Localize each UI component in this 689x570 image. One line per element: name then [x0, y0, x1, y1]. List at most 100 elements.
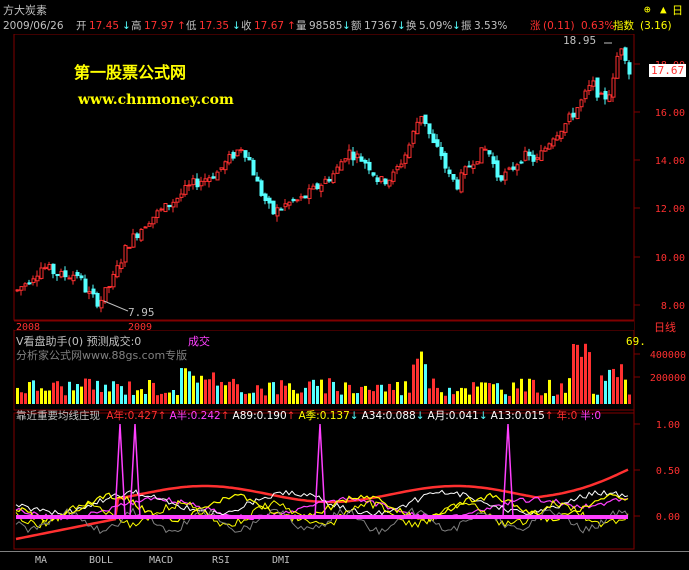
candle-body	[203, 178, 208, 182]
candle-body	[627, 62, 632, 75]
candle-body	[283, 203, 288, 208]
chart-area[interactable]: 18.0016.0014.0012.0010.008.00 4000002000…	[0, 34, 689, 550]
volume-bar	[472, 382, 475, 404]
volume-bar	[52, 382, 55, 404]
candle-body	[555, 135, 560, 141]
volume-bar	[448, 387, 451, 404]
tab-boll[interactable]: BOLL	[72, 553, 130, 569]
price-tick-label: 16.00	[655, 108, 685, 119]
high-marker-label: 18.95	[563, 34, 597, 47]
volume-bar	[228, 381, 231, 404]
volume-bar	[356, 393, 359, 404]
volume-bar	[548, 379, 551, 404]
candle-body	[359, 156, 364, 162]
candle-body	[587, 85, 592, 92]
volume-bar	[88, 378, 91, 404]
candle-body	[267, 197, 272, 204]
volume-bar	[532, 379, 535, 404]
candle-body	[435, 139, 440, 147]
candle-body	[95, 293, 100, 307]
indicator-series	[15, 423, 629, 541]
volume-bar	[212, 372, 215, 404]
volume-bar	[180, 368, 183, 404]
candle-body	[139, 228, 144, 241]
high-value: 17.97	[144, 20, 175, 32]
candle-body	[159, 208, 164, 211]
candle-body	[511, 166, 516, 170]
candle-body	[323, 178, 328, 184]
volume-bar	[76, 384, 79, 404]
indicator-baseline	[16, 515, 628, 519]
high-arrow-icon: ↑	[177, 20, 186, 32]
volume-bar	[420, 351, 423, 404]
low-marker-line	[103, 300, 129, 312]
candle-body	[443, 152, 448, 169]
candle-body	[39, 267, 44, 279]
candle-body	[599, 92, 604, 95]
amplitude-label: 振	[461, 20, 472, 32]
indicator-spike	[314, 423, 326, 518]
candlestick-series	[15, 42, 632, 313]
volume-bar	[116, 384, 119, 404]
volume-bar	[508, 395, 511, 404]
volume-bar	[144, 393, 147, 404]
volume-bar	[124, 394, 127, 404]
volume-bar	[388, 383, 391, 404]
current-price-tag: 17.67	[649, 64, 687, 77]
candle-body	[303, 195, 308, 199]
volume-bar	[496, 383, 499, 404]
volume-bar	[188, 371, 191, 404]
candle-body	[127, 246, 132, 249]
indicator-legend-item: 半:0	[580, 410, 602, 422]
candle-body	[367, 161, 372, 171]
volume-bar	[580, 356, 583, 404]
candle-body	[111, 273, 116, 288]
candle-body	[463, 166, 468, 175]
candle-body	[151, 216, 156, 225]
period-label[interactable]: 日	[672, 4, 683, 17]
candle-body	[235, 149, 240, 157]
candle-body	[59, 270, 64, 278]
volume-bar	[220, 381, 223, 404]
candle-body	[71, 274, 76, 282]
candle-body	[279, 208, 284, 211]
open-value: 17.45	[89, 20, 120, 32]
volume-bar	[592, 393, 595, 404]
amplitude-value: 3.53%	[474, 20, 508, 32]
volume-bar	[320, 379, 323, 404]
volume-bar	[100, 392, 103, 404]
nav-arrow-icon[interactable]: ▲	[660, 3, 667, 16]
volume-bar	[376, 384, 379, 404]
price-tick-label: 8.00	[661, 301, 685, 312]
candle-body	[187, 184, 192, 187]
tab-ma[interactable]: MA	[12, 553, 70, 569]
candle-body	[223, 161, 228, 171]
candle-body	[239, 149, 244, 152]
index-label: 指数	[613, 20, 634, 32]
settings-icon[interactable]: ⊕	[644, 3, 651, 16]
tab-dmi[interactable]: DMI	[252, 553, 310, 569]
date-axis-right[interactable]: 日线	[654, 321, 676, 334]
indicator-legend-item: A月:0.041	[427, 410, 479, 422]
volume-tick-label: 200000	[650, 373, 686, 384]
volume-bar	[352, 393, 355, 404]
tab-rsi[interactable]: RSI	[192, 553, 250, 569]
volume-bar	[32, 380, 35, 404]
candle-body	[27, 282, 32, 285]
tab-macd[interactable]: MACD	[132, 553, 190, 569]
candle-body	[179, 193, 184, 198]
volume-bar	[300, 392, 303, 404]
candle-body	[451, 174, 456, 180]
candle-body	[251, 159, 256, 176]
volume-bar	[56, 381, 59, 404]
candle-body	[559, 130, 564, 139]
amount-value: 17367	[364, 20, 398, 32]
volume-bar	[348, 384, 351, 404]
arrow-up-icon: ↑	[157, 410, 167, 422]
volume-bar	[96, 380, 99, 404]
candle-body	[567, 113, 572, 123]
volume-bar	[308, 381, 311, 404]
candle-body	[407, 144, 412, 158]
candle-body	[243, 150, 248, 158]
volume-bar	[20, 392, 23, 404]
